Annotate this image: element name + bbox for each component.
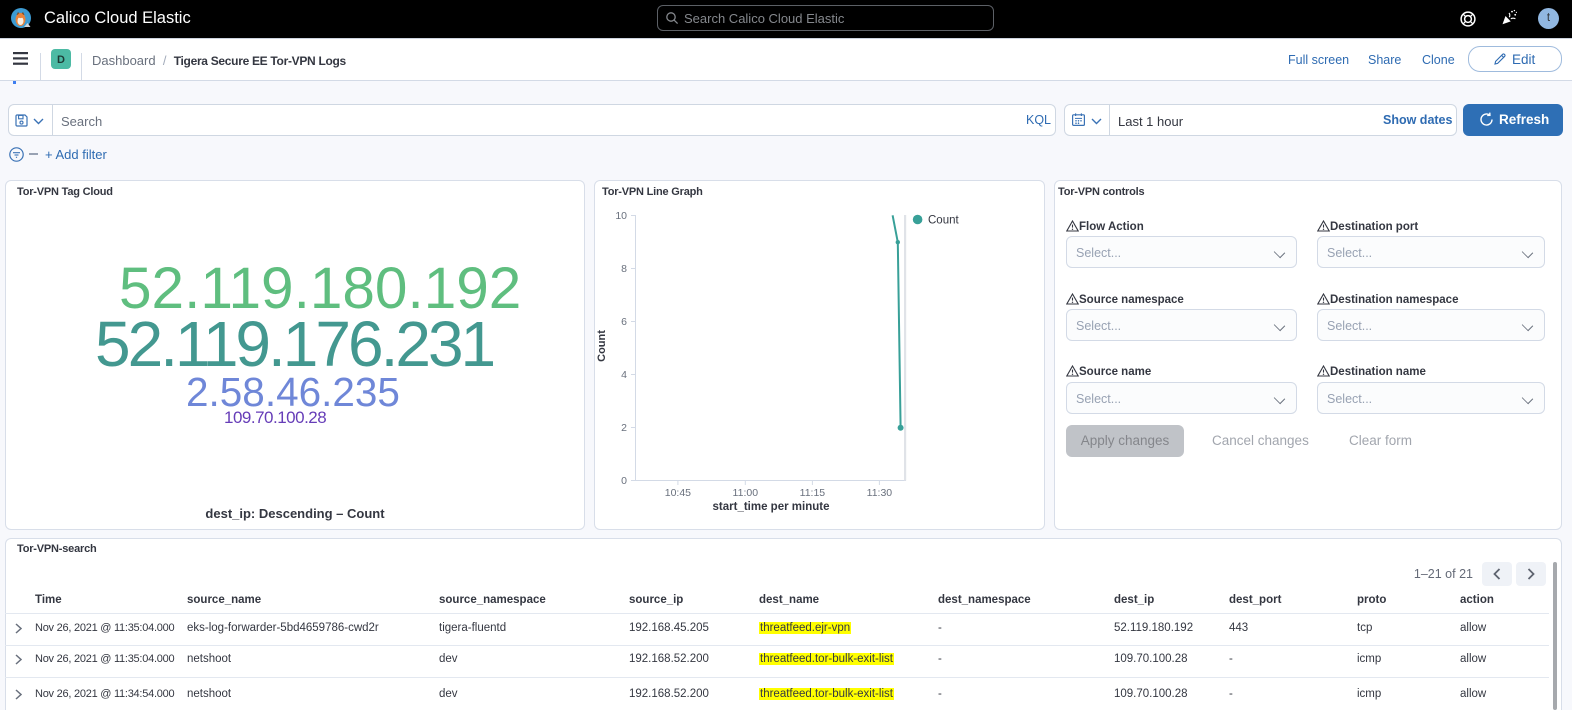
svg-text:11:30: 11:30 xyxy=(867,487,893,499)
svg-text:11:15: 11:15 xyxy=(800,487,826,499)
svg-text:2: 2 xyxy=(621,422,627,434)
svg-text:4: 4 xyxy=(621,369,627,381)
svg-text:Count: Count xyxy=(928,215,959,227)
svg-text:8: 8 xyxy=(621,263,627,275)
svg-text:10:45: 10:45 xyxy=(665,487,691,499)
svg-text:6: 6 xyxy=(621,316,627,328)
svg-text:0: 0 xyxy=(621,475,627,487)
svg-text:11:00: 11:00 xyxy=(733,487,759,499)
svg-text:10: 10 xyxy=(615,210,627,222)
svg-text:Count: Count xyxy=(596,330,608,362)
svg-text:start_time per minute: start_time per minute xyxy=(713,501,830,513)
